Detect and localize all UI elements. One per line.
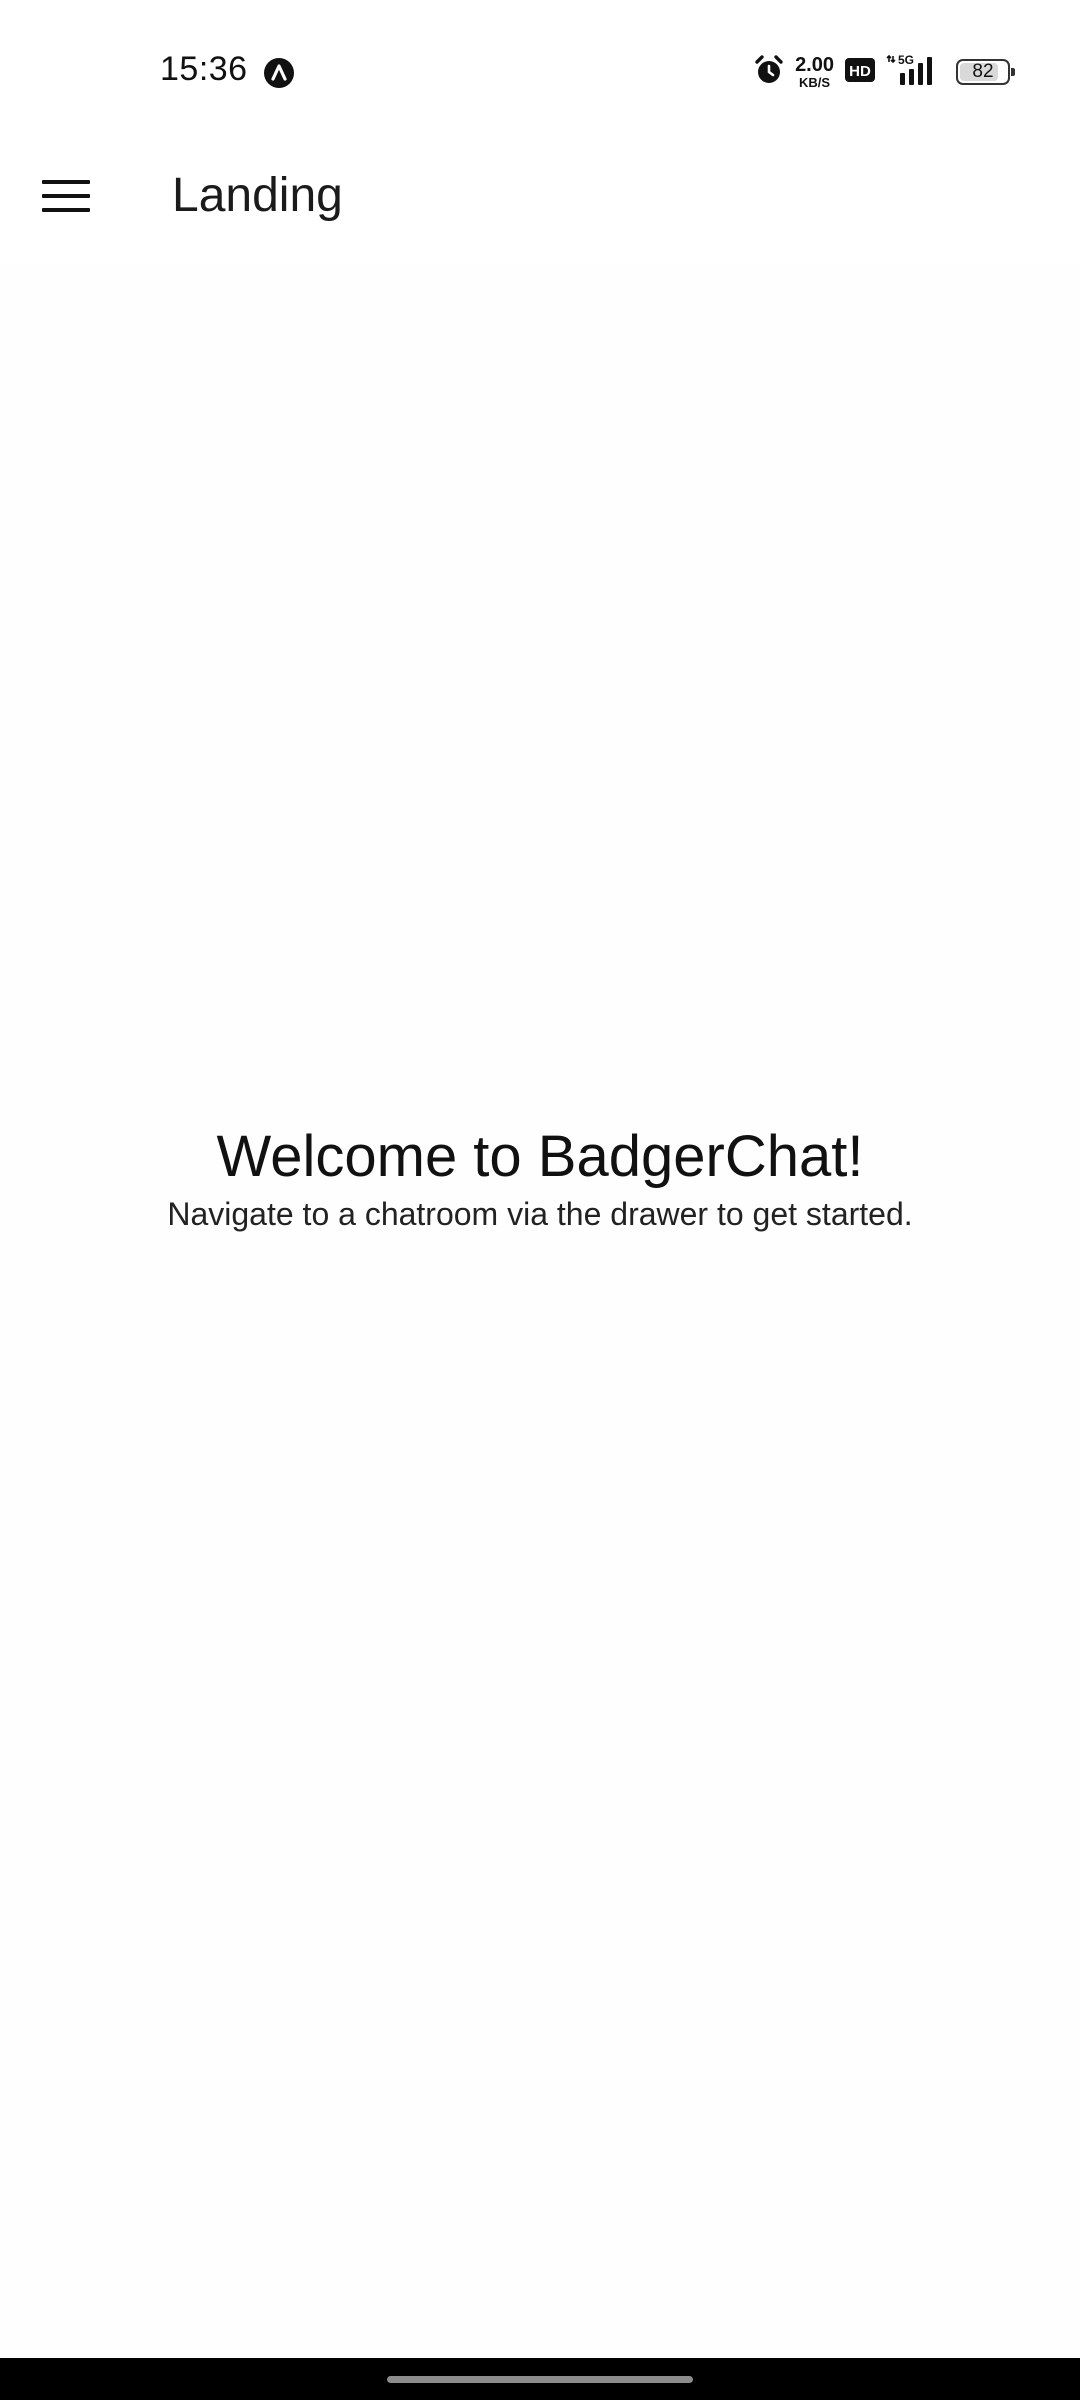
battery-cap	[1011, 68, 1015, 76]
main-content: Welcome to BadgerChat! Navigate to a cha…	[0, 262, 1080, 2358]
phone-screen: 15:36 2.00 KB/S HD 5G 82 Landing Welcome…	[0, 0, 1080, 2400]
network-speed: 2.00 KB/S	[795, 55, 834, 89]
system-navigation-bar	[0, 2358, 1080, 2400]
status-icons: 2.00 KB/S HD 5G 82	[753, 52, 1015, 92]
hd-icon: HD	[844, 56, 876, 89]
hamburger-menu-icon	[42, 180, 90, 212]
network-speed-value: 2.00	[795, 54, 834, 76]
welcome-title: Welcome to BadgerChat!	[216, 1124, 864, 1189]
navigation-arrow-icon	[263, 57, 295, 89]
network-speed-unit: KB/S	[799, 75, 831, 90]
home-indicator[interactable]	[387, 2376, 693, 2383]
battery-indicator: 82	[956, 59, 1015, 85]
app-bar: Landing	[0, 130, 1080, 262]
signal-label: 5G	[898, 53, 914, 67]
welcome-block: Welcome to BadgerChat! Navigate to a cha…	[0, 1122, 1080, 1233]
menu-button[interactable]	[30, 160, 102, 232]
status-time: 15:36	[160, 50, 248, 88]
battery-level: 82	[972, 61, 994, 82]
hd-label: HD	[849, 63, 871, 80]
alarm-icon	[753, 54, 785, 91]
signal-5g-icon: 5G	[886, 53, 942, 92]
status-bar: 15:36 2.00 KB/S HD 5G 82	[0, 0, 1080, 130]
welcome-subtitle: Navigate to a chatroom via the drawer to…	[167, 1195, 913, 1232]
page-title: Landing	[172, 169, 343, 222]
